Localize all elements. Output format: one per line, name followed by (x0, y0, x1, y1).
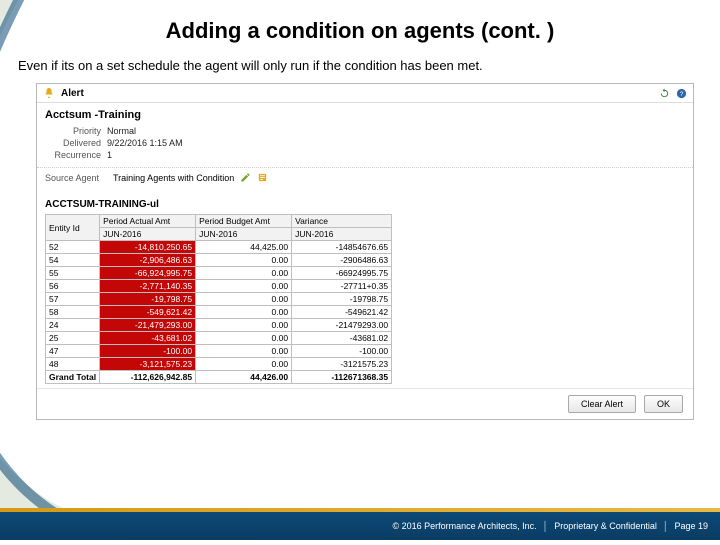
source-agent-row: Source Agent Training Agents with Condit… (37, 167, 693, 189)
priority-value: Normal (107, 126, 136, 136)
col-period-actual: Period Actual Amt (100, 215, 196, 228)
table-row: 47-100.000.00-100.00 (46, 345, 392, 358)
table-row: 55-66,924,995.750.00-66924995.75 (46, 267, 392, 280)
slide-title: Adding a condition on agents (cont. ) (0, 0, 720, 50)
delivered-label: Delivered (45, 138, 107, 148)
table-row: 56-2,771,140.350.00-27711+0.35 (46, 280, 392, 293)
table-row: 57-19,798.750.00-19798.75 (46, 293, 392, 306)
help-icon[interactable]: ? (676, 88, 687, 99)
source-agent-value: Training Agents with Condition (113, 173, 234, 183)
pencil-icon[interactable] (240, 172, 251, 183)
footer-proprietary: Proprietary & Confidential (554, 521, 657, 531)
footer-page: Page 19 (674, 521, 708, 531)
table-row: 25-43,681.020.00-43681.02 (46, 332, 392, 345)
alert-metadata: Priority Normal Delivered 9/22/2016 1:15… (37, 125, 693, 167)
recurrence-label: Recurrence (45, 150, 107, 160)
footer-separator: │ (657, 521, 675, 531)
recurrence-value: 1 (107, 150, 112, 160)
source-agent-label: Source Agent (45, 173, 113, 183)
alert-title: Acctsum -Training (37, 103, 693, 125)
alert-window: Alert ? Acctsum -Training Priority Norma… (36, 83, 694, 420)
slide-subtitle: Even if its on a set schedule the agent … (0, 50, 720, 79)
report-icon[interactable] (257, 172, 268, 183)
alert-header-bar: Alert ? (37, 84, 693, 103)
table-row: 58-549,621.420.00-549621.42 (46, 306, 392, 319)
refresh-icon[interactable] (659, 88, 670, 99)
bell-icon (43, 87, 55, 99)
clear-alert-button[interactable]: Clear Alert (568, 395, 636, 413)
col-entity-id: Entity Id (46, 215, 100, 241)
priority-label: Priority (45, 126, 107, 136)
alert-label: Alert (61, 88, 84, 99)
col-actual-period: JUN-2016 (100, 228, 196, 241)
col-period-budget: Period Budget Amt (196, 215, 292, 228)
table-row: 54-2,906,486.630.00-2906486.63 (46, 254, 392, 267)
table-row: 48-3,121,575.230.00-3121575.23 (46, 358, 392, 371)
table-row: 52-14,810,250.6544,425.00-14854676.65 (46, 241, 392, 254)
report-title: ACCTSUM-TRAINING-ul (37, 189, 693, 214)
delivered-value: 9/22/2016 1:15 AM (107, 138, 183, 148)
table-row: 24-21,479,293.000.00-21479293.00 (46, 319, 392, 332)
col-budget-period: JUN-2016 (196, 228, 292, 241)
col-variance-period: JUN-2016 (292, 228, 392, 241)
col-variance: Variance (292, 215, 392, 228)
svg-text:?: ? (680, 90, 684, 97)
grand-total-row: Grand Total -112,626,942.85 44,426.00 -1… (46, 371, 392, 384)
footer-separator: │ (537, 521, 555, 531)
button-row: Clear Alert OK (37, 388, 693, 419)
ok-button[interactable]: OK (644, 395, 683, 413)
footer-bar: © 2016 Performance Architects, Inc. │ Pr… (0, 512, 720, 540)
footer-copyright: © 2016 Performance Architects, Inc. (392, 521, 536, 531)
data-table: Entity Id Period Actual Amt Period Budge… (45, 214, 392, 384)
